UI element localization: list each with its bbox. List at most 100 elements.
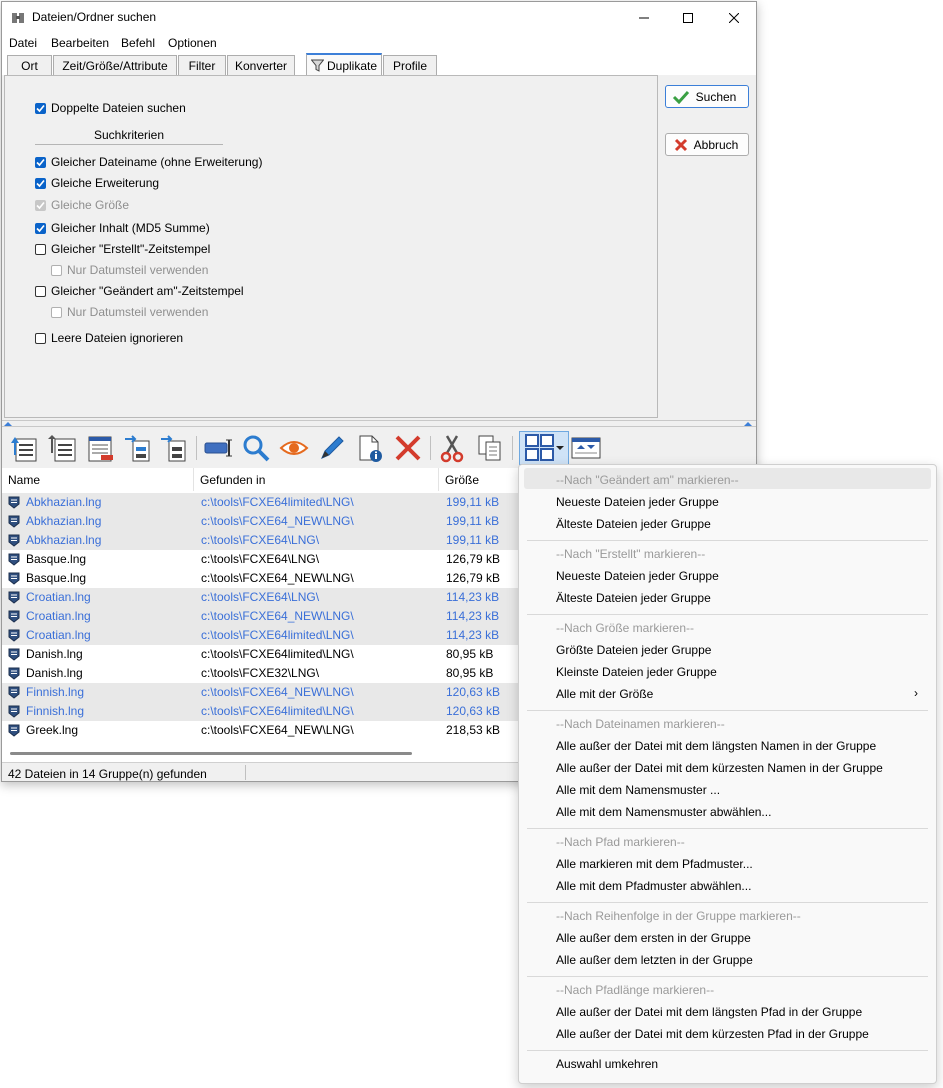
menu-befehl[interactable]: Befehl (121, 36, 155, 50)
same-modified-timestamp-checkbox[interactable]: Gleicher "Geändert am"-Zeitstempel (35, 283, 244, 299)
menu-separator (527, 710, 928, 711)
lng-file-icon (8, 553, 20, 566)
menu-item[interactable]: Älteste Dateien jeder Gruppe (556, 591, 711, 605)
lng-file-icon (8, 667, 20, 680)
rename-button[interactable] (202, 431, 234, 465)
menu-item[interactable]: Auswahl umkehren (556, 1057, 658, 1071)
column-found-in[interactable]: Gefunden in (194, 468, 438, 491)
menu-item[interactable]: Alle außer der Datei mit dem längsten Na… (556, 739, 876, 753)
list-up-button[interactable] (46, 431, 78, 465)
checkbox-checked-icon (35, 156, 46, 168)
copy-icon (478, 435, 501, 461)
list-view-button[interactable] (8, 431, 40, 465)
criteria-divider (35, 144, 223, 145)
status-text: 42 Dateien in 14 Gruppe(n) gefunden (8, 767, 207, 781)
row-path: c:\tools\FCXE64limited\LNG\ (201, 628, 354, 642)
menu-item[interactable]: Alle außer der Datei mit dem längsten Pf… (556, 1005, 862, 1019)
title-bar[interactable]: Dateien/Ordner suchen (2, 2, 756, 33)
ignore-empty-files-checkbox[interactable]: Leere Dateien ignorieren (35, 330, 183, 346)
menu-item[interactable]: Alle mit dem Pfadmuster abwählen... (556, 879, 751, 893)
row-size: 199,11 kB (446, 533, 500, 547)
tab-filter[interactable]: Filter (178, 55, 226, 75)
edit-button[interactable] (316, 431, 348, 465)
row-name: Danish.lng (26, 666, 83, 680)
menu-item[interactable]: Alle außer der Datei mit dem kürzesten N… (556, 761, 883, 775)
menu-item[interactable]: Neueste Dateien jeder Gruppe (556, 569, 719, 583)
close-button[interactable] (712, 2, 756, 33)
menu-section-header: --Nach "Erstellt" markieren-- (556, 547, 706, 561)
same-extension-checkbox[interactable]: Gleiche Erweiterung (35, 175, 159, 191)
collapse-button[interactable] (570, 431, 602, 465)
find-duplicates-checkbox[interactable]: Doppelte Dateien suchen (35, 100, 186, 116)
panel-splitter[interactable] (2, 420, 756, 427)
menu-item[interactable]: Alle außer dem ersten in der Gruppe (556, 931, 751, 945)
lng-file-icon (8, 648, 20, 661)
minimize-button[interactable] (622, 2, 666, 33)
menu-item[interactable]: Alle markieren mit dem Pfadmuster... (556, 857, 753, 871)
column-name[interactable]: Name (2, 468, 193, 491)
file-info-button[interactable] (354, 431, 386, 465)
menu-item[interactable]: Alle mit dem Namensmuster abwählen... (556, 805, 771, 819)
tab-zeit-groesse-attribute[interactable]: Zeit/Größe/Attribute (53, 55, 177, 75)
menu-item[interactable]: Größte Dateien jeder Gruppe (556, 643, 711, 657)
menu-bearbeiten[interactable]: Bearbeiten (51, 36, 109, 50)
checkmark-icon (672, 90, 690, 104)
row-path: c:\tools\FCXE64limited\LNG\ (201, 704, 354, 718)
cross-icon (674, 138, 688, 151)
row-path: c:\tools\FCXE64limited\LNG\ (201, 495, 354, 509)
splitter-up-icon (4, 422, 12, 426)
menu-section-header: --Nach Reihenfolge in der Gruppe markier… (556, 909, 801, 923)
rename-icon (204, 439, 232, 457)
maximize-button[interactable] (666, 2, 710, 33)
cancel-button[interactable]: Abbruch (665, 133, 749, 156)
menu-separator (527, 614, 928, 615)
lng-file-icon (8, 705, 20, 718)
menu-item[interactable]: Alle mit dem Namensmuster ... (556, 783, 720, 797)
file-info-icon (359, 435, 382, 462)
same-content-md5-checkbox[interactable]: Gleicher Inhalt (MD5 Summe) (35, 220, 210, 236)
row-size: 80,95 kB (446, 647, 494, 661)
menu-item[interactable]: Alle außer der Datei mit dem kürzesten P… (556, 1027, 869, 1041)
search-icon (243, 435, 270, 462)
checkbox-unchecked-icon (51, 264, 62, 276)
tab-ort[interactable]: Ort (7, 55, 52, 75)
same-filename-checkbox[interactable]: Gleicher Dateiname (ohne Erweiterung) (35, 154, 262, 170)
menu-item[interactable]: Kleinste Dateien jeder Gruppe (556, 665, 717, 679)
horizontal-scrollbar[interactable] (10, 752, 412, 755)
row-size: 199,11 kB (446, 495, 500, 509)
view-button[interactable] (278, 431, 310, 465)
copy-to-button[interactable] (158, 431, 190, 465)
menu-item[interactable]: Alle außer dem letzten in der Gruppe (556, 953, 753, 967)
same-size-checkbox: Gleiche Größe (35, 197, 129, 213)
tab-konverter[interactable]: Konverter (227, 55, 295, 75)
tab-profile[interactable]: Profile (383, 55, 437, 75)
row-path: c:\tools\FCXE64\LNG\ (201, 590, 320, 604)
delete-button[interactable] (392, 431, 424, 465)
lng-file-icon (8, 515, 20, 528)
view-icon (279, 441, 309, 455)
report-button[interactable] (84, 431, 116, 465)
row-size: 126,79 kB (446, 552, 501, 566)
menu-item[interactable]: Älteste Dateien jeder Gruppe (556, 517, 711, 531)
tab-duplikate[interactable]: Duplikate (306, 53, 382, 76)
close-icon (729, 12, 739, 23)
menu-datei[interactable]: Datei (9, 36, 37, 50)
same-created-timestamp-checkbox[interactable]: Gleicher "Erstellt"-Zeitstempel (35, 241, 210, 257)
row-name: Croatian.lng (26, 609, 91, 623)
created-date-only-checkbox: Nur Datumsteil verwenden (51, 262, 208, 278)
list-up-icon (48, 435, 76, 462)
search-button[interactable]: Suchen (665, 85, 749, 108)
move-to-icon (125, 435, 150, 462)
copy-button[interactable] (474, 431, 506, 465)
menu-item[interactable]: Alle mit der Größe (556, 687, 653, 701)
menu-item[interactable]: Neueste Dateien jeder Gruppe (556, 495, 719, 509)
cut-button[interactable] (436, 431, 468, 465)
menu-section-header: --Nach "Geändert am" markieren-- (556, 473, 739, 487)
mark-groups-button[interactable] (519, 431, 569, 465)
menu-optionen[interactable]: Optionen (168, 36, 217, 50)
row-size: 114,23 kB (446, 628, 500, 642)
search-button-toolbar[interactable] (240, 431, 272, 465)
move-to-button[interactable] (122, 431, 154, 465)
checkbox-checked-icon (35, 102, 46, 114)
row-name: Finnish.lng (26, 685, 85, 699)
